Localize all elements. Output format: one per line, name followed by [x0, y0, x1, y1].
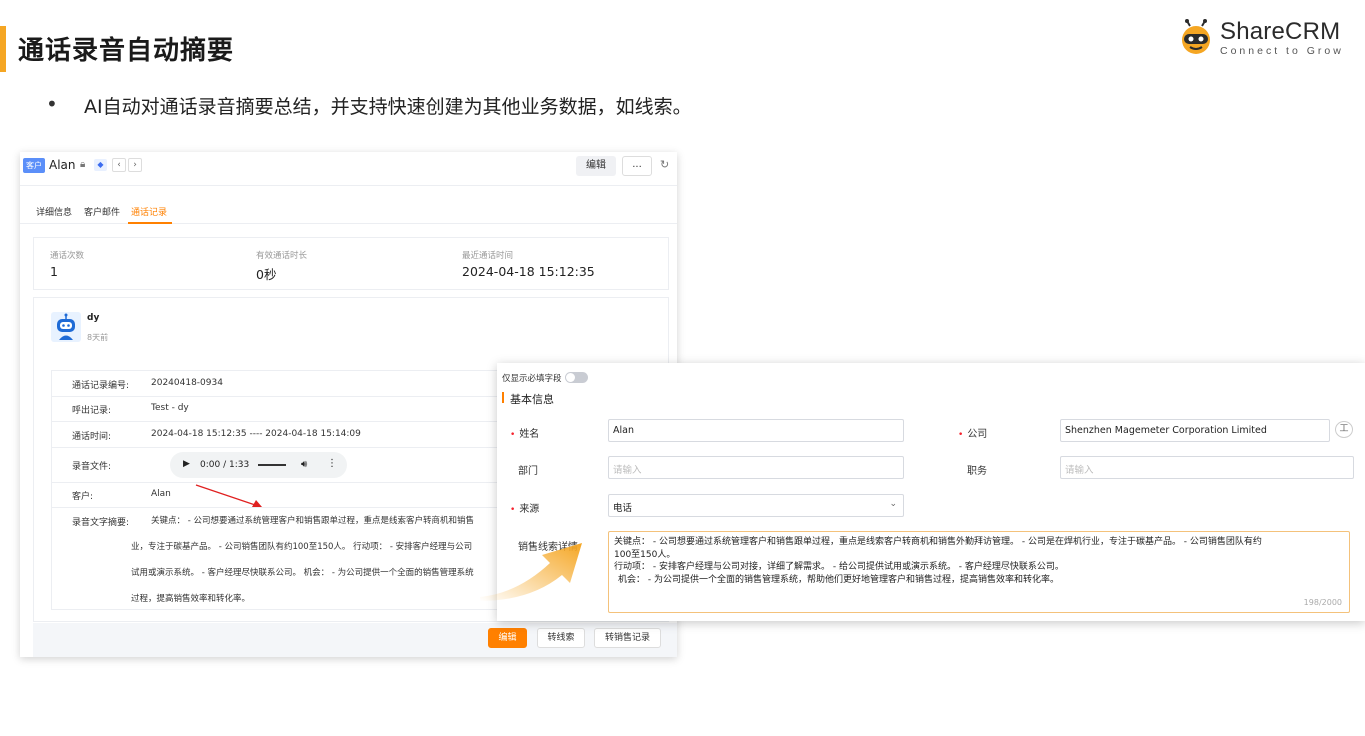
red-arrow-icon [195, 484, 262, 507]
stat-label: 有效通话时长 [256, 251, 308, 261]
next-record-icon[interactable]: › [128, 158, 142, 172]
refresh-icon[interactable]: ↻ [660, 158, 669, 171]
tag-icon[interactable]: ◆ [94, 159, 107, 171]
call-stats: 通话次数 1 有效通话时长 0秒 最近通话时间 2024-04-18 15:12… [33, 237, 669, 290]
company-label: • 公司 [958, 425, 987, 440]
source-value: 电话 [613, 503, 633, 514]
audio-time: 0:00 / 1:33 [200, 460, 250, 470]
char-counter: 198/2000 [1303, 597, 1342, 607]
name-label: • 姓名 [510, 425, 539, 440]
required-marker: • [958, 430, 964, 440]
tab-customer-email[interactable]: 客户邮件 [84, 205, 120, 218]
audio-progress-bar[interactable] [258, 464, 286, 466]
field-label: 通话时间: [72, 432, 112, 442]
call-time: 2024-04-18 15:12:35 ---- 2024-04-18 15:1… [151, 429, 361, 439]
field-label: 客户: [72, 492, 94, 502]
logo-tagline: Connect to Grow [1220, 45, 1344, 57]
sharecrm-logo: ShareCRM Connect to Grow [1174, 12, 1354, 60]
stat-value: 0秒 [256, 267, 277, 282]
toggle-knob [566, 373, 575, 382]
section-accent-bar [502, 392, 504, 403]
edit-button[interactable]: 编辑 [576, 156, 616, 176]
summary-line: 过程，提高销售效率和转化率。 [131, 594, 251, 604]
source-label-text: 来源 [519, 504, 540, 515]
required-marker: • [510, 505, 516, 515]
logo-wordmark: ShareCRM [1220, 18, 1341, 45]
avatar [51, 312, 81, 342]
slide-title: 通话录音自动摘要 [18, 36, 235, 66]
tab-bar: 详细信息 客户邮件 通话记录 [20, 200, 677, 224]
record-user: dy [87, 313, 100, 323]
bee-logo-icon [1182, 19, 1210, 54]
source-select[interactable]: 电话 ⌄ [608, 494, 904, 517]
department-input[interactable]: 请输入 [608, 456, 904, 479]
position-label: 职务 [967, 466, 987, 477]
company-input[interactable]: Shenzhen Magemeter Corporation Limited [1060, 419, 1330, 442]
outbound-record: Test - dy [151, 403, 189, 413]
field-label: 呼出记录: [72, 406, 112, 416]
convert-to-sales-record-button[interactable]: 转销售记录 [594, 628, 661, 648]
volume-icon[interactable]: 🔊︎ [301, 459, 307, 470]
name-label-text: 姓名 [519, 429, 540, 440]
details-line: 100至150人。 [614, 549, 676, 560]
audio-player[interactable]: ▶ 0:00 / 1:33 🔊︎ ⋮ [170, 452, 347, 478]
convert-to-lead-button[interactable]: 转线索 [537, 628, 585, 648]
department-label: 部门 [518, 466, 538, 477]
summary-line: 试用或演示系统。 - 客户经理尽快联系公司。 机会： - 为公司提供一个全面的销… [131, 568, 474, 578]
position-input[interactable]: 请输入 [1060, 456, 1354, 479]
name-input[interactable]: Alan [608, 419, 904, 442]
customer-name: Alan [49, 158, 76, 172]
details-line: 关键点： - 公司想要通过系统管理客户和销售跟单过程，重点是线索客户转商机和销售… [614, 537, 1262, 547]
business-lookup-icon[interactable]: 工 [1335, 421, 1353, 438]
required-marker: • [510, 430, 516, 440]
orange-arrow-icon [480, 543, 582, 601]
details-line: 行动项： - 安排客户经理与公司对接，详细了解需求。 - 给公司提供试用或演示系… [614, 562, 1064, 572]
required-only-toggle[interactable] [565, 372, 588, 383]
record-number: 20240418-0934 [151, 378, 223, 388]
field-label: 通话记录编号: [72, 381, 130, 391]
bullet-dot: • [46, 92, 58, 116]
lead-form-panel: 仅显示必填字段 基本信息 • 姓名 Alan • 公司 Shenzhen Magem… [497, 363, 1365, 621]
details-line: 机会： - 为公司提供一个全面的销售管理系统，帮助他们更好地管理客户和销售过程，… [618, 574, 1059, 585]
company-label-text: 公司 [967, 429, 988, 440]
section-title: 基本信息 [510, 393, 554, 406]
more-button[interactable]: ... [622, 156, 652, 176]
chevron-down-icon: ⌄ [889, 499, 897, 509]
bullet-text: AI自动对通话录音摘要总结，并支持快速创建为其他业务数据，如线索。 [84, 96, 692, 118]
stat-label: 最近通话时间 [462, 251, 514, 261]
customer-value: Alan [151, 489, 171, 499]
lead-details-textarea[interactable]: 关键点： - 公司想要通过系统管理客户和销售跟单过程，重点是线索客户转商机和销售… [608, 531, 1350, 613]
stat-value: 1 [50, 264, 58, 279]
slide: 通话录音自动摘要 ShareCRM Connect to Grow • AI自动… [0, 0, 1365, 736]
prev-record-icon[interactable]: ‹ [112, 158, 126, 172]
play-icon[interactable]: ▶ [183, 459, 190, 469]
required-only-label: 仅显示必填字段 [502, 374, 562, 384]
field-label: 录音文字摘要: [72, 518, 130, 528]
title-accent-bar [0, 26, 6, 72]
record-time: 8天前 [87, 333, 109, 342]
panel-footer: 编辑 转线索 转销售记录 [33, 623, 677, 657]
more-options-icon[interactable]: ⋮ [327, 458, 337, 469]
stat-label: 通话次数 [50, 251, 85, 261]
lock-icon: 🔒︎ [80, 159, 86, 170]
summary-line: 业，专注于碳基产品。 - 公司销售团队有约100至150人。 行动项： - 安排… [131, 542, 473, 552]
stat-value: 2024-04-18 15:12:35 [462, 264, 595, 279]
panel-header: 客户 Alan 🔒︎ ◆ ‹ › 编辑 ... ↻ [20, 152, 677, 186]
tab-call-records[interactable]: 通话记录 [128, 205, 173, 224]
field-label: 录音文件: [72, 462, 112, 472]
summary-line: 关键点： - 公司想要通过系统管理客户和销售跟单过程，重点是线索客户转商机和销售 [151, 516, 474, 526]
source-label: • 来源 [510, 500, 539, 515]
footer-edit-button[interactable]: 编辑 [488, 628, 527, 648]
robot-icon [57, 313, 75, 340]
tab-details[interactable]: 详细信息 [36, 205, 72, 218]
object-type-tag: 客户 [23, 158, 45, 173]
transcript-summary: 关键点： - 公司想要通过系统管理客户和销售跟单过程，重点是线索客户转商机和销售… [131, 508, 481, 612]
